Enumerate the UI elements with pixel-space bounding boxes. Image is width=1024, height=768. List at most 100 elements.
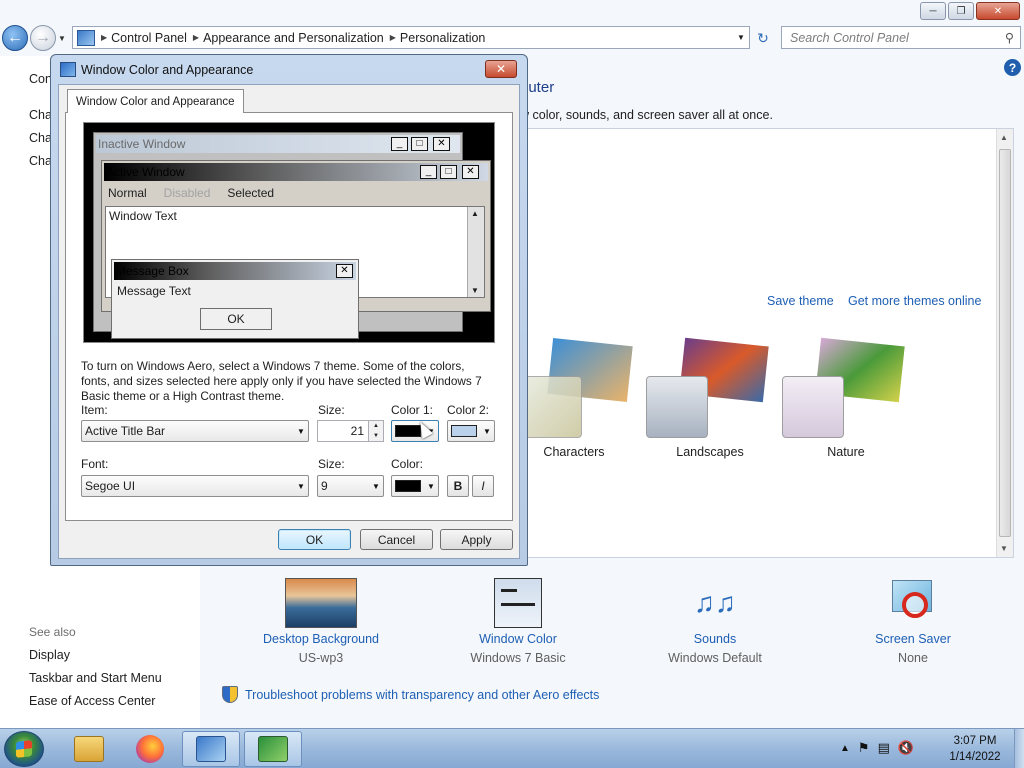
- left-nav-partial-link[interactable]: Cha: [29, 131, 52, 145]
- italic-button[interactable]: I: [472, 475, 494, 497]
- start-button[interactable]: [4, 731, 44, 767]
- chevron-down-icon: ▼: [372, 481, 380, 491]
- font-color-picker[interactable]: ▼: [391, 475, 439, 497]
- maximize-button[interactable]: ❐: [948, 2, 974, 20]
- scroll-down-icon[interactable]: ▼: [1000, 544, 1008, 553]
- item-dropdown[interactable]: Active Title Bar ▼: [81, 420, 309, 442]
- taskbar-window-color-button[interactable]: [244, 731, 302, 767]
- ok-button[interactable]: OK: [278, 529, 351, 550]
- screen-saver-link[interactable]: Screen Saver: [838, 632, 988, 646]
- preview-ok-button[interactable]: OK: [200, 308, 272, 330]
- breadcrumb-control-panel[interactable]: Control Panel: [111, 31, 187, 45]
- troubleshoot-link[interactable]: Troubleshoot problems with transparency …: [245, 688, 599, 702]
- window-color-icon: [494, 578, 542, 628]
- spin-up-icon[interactable]: ▲: [369, 421, 383, 431]
- desktop-background-item[interactable]: Desktop Background US-wp3: [246, 578, 396, 665]
- show-hidden-icons-icon[interactable]: ▲: [840, 743, 850, 754]
- chevron-down-icon: ▼: [427, 481, 435, 491]
- minimize-button[interactable]: ─: [920, 2, 946, 20]
- search-input[interactable]: Search Control Panel ⚲: [781, 26, 1021, 49]
- preview-close-icon: ✕: [336, 264, 353, 278]
- close-button[interactable]: ✕: [976, 2, 1020, 20]
- refresh-icon[interactable]: ↻: [752, 27, 774, 49]
- desktop-background-link[interactable]: Desktop Background: [246, 632, 396, 646]
- preview-message-box[interactable]: Message Box ✕ Message Text OK: [111, 259, 359, 339]
- volume-muted-icon[interactable]: 🔇: [898, 740, 914, 756]
- sounds-link[interactable]: Sounds: [640, 632, 790, 646]
- breadcrumb-separator-icon[interactable]: ▶: [390, 33, 396, 42]
- address-bar[interactable]: ▶ Control Panel ▶ Appearance and Persona…: [72, 26, 750, 49]
- preview-menu-bar: Normal Disabled Selected: [106, 185, 289, 201]
- breadcrumb-appearance[interactable]: Appearance and Personalization: [203, 31, 384, 45]
- dialog-close-button[interactable]: ✕: [485, 60, 517, 78]
- apply-button[interactable]: Apply: [440, 529, 513, 550]
- size-spin-buttons[interactable]: ▲ ▼: [368, 421, 383, 441]
- font-dropdown[interactable]: Segoe UI ▼: [81, 475, 309, 497]
- show-desktop-button[interactable]: [1014, 729, 1024, 768]
- color2-picker[interactable]: ▼: [447, 420, 495, 442]
- window-color-value: Windows 7 Basic: [470, 651, 566, 665]
- taskbar-control-panel-button[interactable]: [182, 731, 240, 767]
- chevron-down-icon: ▼: [483, 426, 491, 436]
- appearance-preview[interactable]: Inactive Window _ □ ✕ Active Window _ □ …: [83, 122, 495, 343]
- preview-message-title[interactable]: Message Box: [114, 262, 356, 280]
- font-size-dropdown[interactable]: 9 ▼: [317, 475, 384, 497]
- themes-scrollbar[interactable]: ▲ ▼: [996, 129, 1013, 557]
- scroll-thumb[interactable]: [999, 149, 1011, 537]
- action-center-flag-icon[interactable]: ⚑: [858, 740, 870, 756]
- desktop-background-value: US-wp3: [298, 651, 344, 665]
- breadcrumb-separator-icon[interactable]: ▶: [193, 33, 199, 42]
- save-theme-link[interactable]: Save theme: [767, 294, 834, 308]
- window-color-icon-bar: [501, 589, 517, 592]
- color1-label: Color 1:: [391, 403, 434, 417]
- forward-button[interactable]: →: [30, 25, 56, 51]
- preview-minimize-icon: _: [420, 165, 437, 179]
- spin-down-icon[interactable]: ▼: [369, 431, 383, 441]
- dialog-client-area: Window Color and Appearance Inactive Win…: [58, 84, 520, 559]
- left-nav-partial-link[interactable]: Cha: [29, 154, 52, 168]
- window-color-link[interactable]: Window Color: [443, 632, 593, 646]
- address-dropdown-icon[interactable]: ▼: [733, 33, 749, 42]
- folder-icon: [74, 736, 104, 762]
- window-color-item[interactable]: Window Color Windows 7 Basic: [443, 578, 593, 665]
- scroll-up-icon[interactable]: ▲: [1000, 133, 1008, 142]
- screen-saver-item[interactable]: Screen Saver None: [838, 578, 988, 665]
- breadcrumb-separator-icon[interactable]: ▶: [101, 33, 107, 42]
- sounds-item[interactable]: ♫♫ Sounds Windows Default: [640, 578, 790, 665]
- preview-scrollbar[interactable]: ▲ ▼: [467, 207, 484, 297]
- dialog-title-bar[interactable]: Window Color and Appearance ✕: [51, 55, 527, 83]
- bold-button[interactable]: B: [447, 475, 469, 497]
- left-nav-partial-link[interactable]: Cha: [29, 108, 52, 122]
- font-dropdown-value: Segoe UI: [85, 479, 136, 493]
- back-button[interactable]: ←: [2, 25, 28, 51]
- tab-window-color[interactable]: Window Color and Appearance: [67, 89, 244, 113]
- aero-description: To turn on Windows Aero, select a Window…: [81, 359, 482, 403]
- preview-menu-disabled[interactable]: Disabled: [162, 185, 213, 201]
- search-icon[interactable]: ⚲: [1005, 30, 1014, 45]
- see-also-ease-of-access-link[interactable]: Ease of Access Center: [29, 694, 155, 708]
- recent-pages-dropdown[interactable]: ▼: [58, 34, 66, 43]
- font-size-label: Size:: [318, 457, 345, 471]
- network-icon[interactable]: ▤: [878, 740, 890, 756]
- taskbar-explorer-button[interactable]: [60, 731, 118, 767]
- window-color-dialog: Window Color and Appearance ✕ Window Col…: [50, 54, 528, 566]
- preview-menu-selected[interactable]: Selected: [225, 185, 276, 201]
- cancel-button[interactable]: Cancel: [360, 529, 433, 550]
- help-icon[interactable]: ?: [1004, 59, 1021, 76]
- taskbar-clock[interactable]: 3:07 PM 1/14/2022: [940, 733, 1010, 765]
- see-also-taskbar-link[interactable]: Taskbar and Start Menu: [29, 671, 162, 685]
- preview-menu-normal[interactable]: Normal: [106, 185, 149, 201]
- item-size-stepper[interactable]: 21 ▲ ▼: [317, 420, 384, 442]
- sounds-icon: ♫♫: [694, 587, 736, 618]
- item-label: Item:: [81, 403, 108, 417]
- dialog-title: Window Color and Appearance: [81, 63, 254, 77]
- left-nav-partial-link[interactable]: Con: [29, 72, 52, 86]
- control-panel-icon: [77, 29, 95, 46]
- sounds-value: Windows Default: [668, 651, 762, 665]
- get-more-themes-link[interactable]: Get more themes online: [848, 294, 981, 308]
- troubleshoot-row[interactable]: Troubleshoot problems with transparency …: [222, 686, 599, 703]
- taskbar-firefox-button[interactable]: [121, 731, 179, 767]
- breadcrumb-personalization[interactable]: Personalization: [400, 31, 485, 45]
- see-also-display-link[interactable]: Display: [29, 648, 70, 662]
- windows-logo-icon: [16, 740, 32, 758]
